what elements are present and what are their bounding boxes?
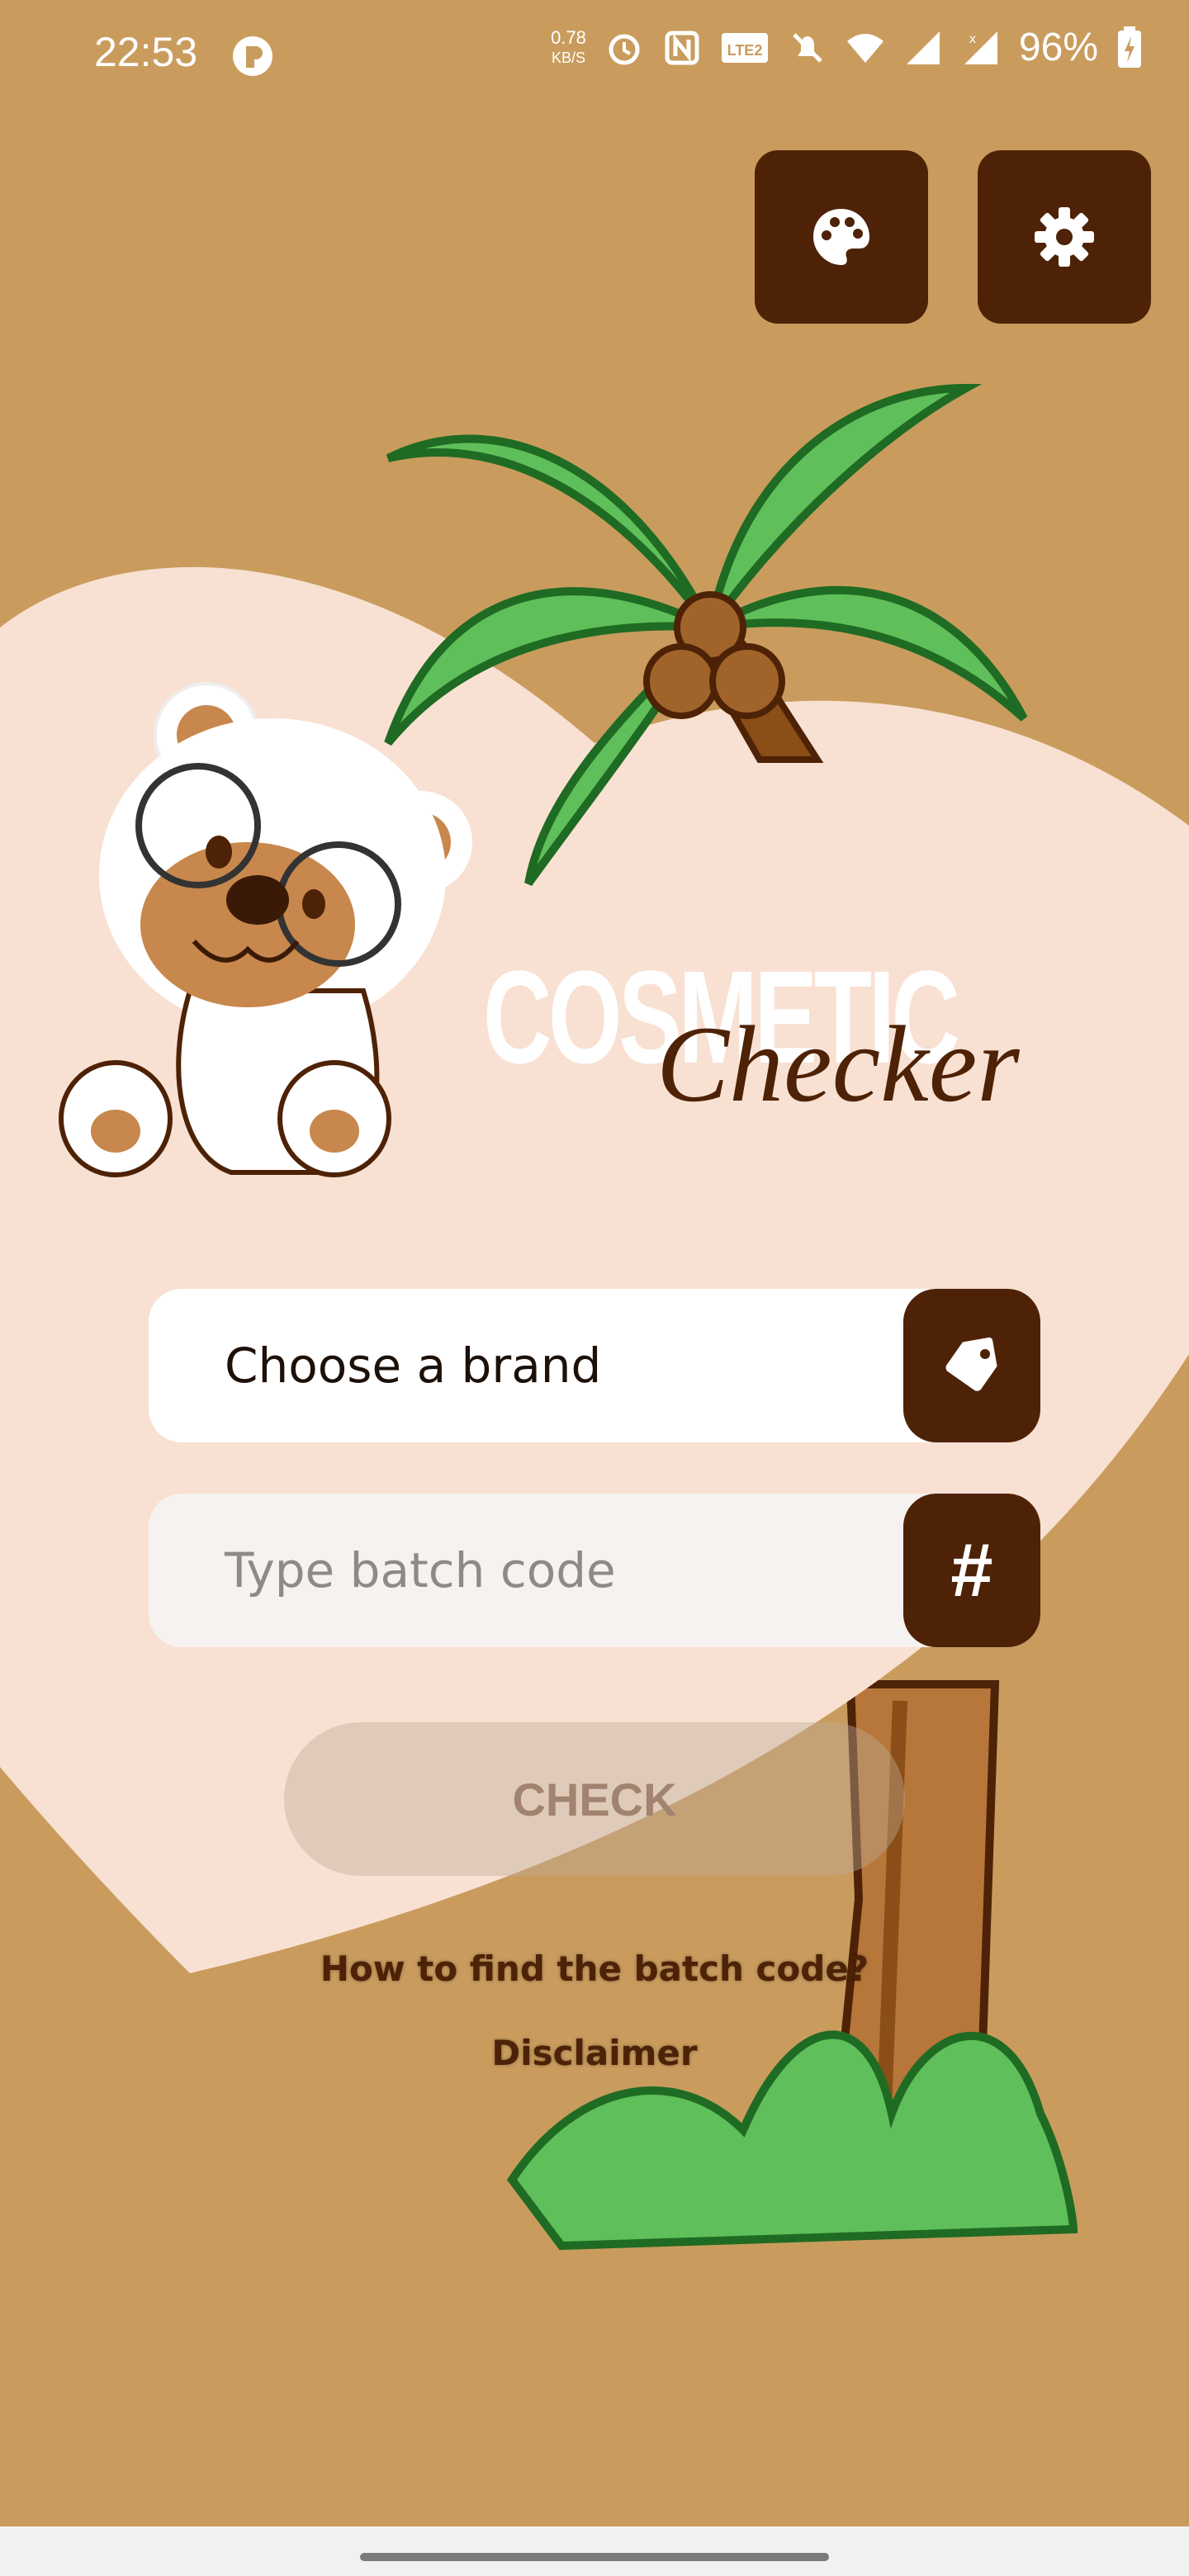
- check-button[interactable]: CHECK: [284, 1722, 905, 1876]
- silent-icon: [793, 32, 822, 63]
- navigation-bar: [0, 2526, 1189, 2576]
- nfc-icon: [665, 31, 699, 64]
- settings-gear-icon: [1035, 207, 1094, 267]
- gesture-handle[interactable]: [360, 2553, 829, 2561]
- background-illustration: [0, 383, 1189, 2251]
- palette-icon: [813, 209, 869, 265]
- brand-selector[interactable]: Choose a brand: [149, 1289, 1040, 1442]
- brand-selector-label: Choose a brand: [225, 1338, 602, 1394]
- volte-icon: LTE2: [721, 32, 768, 63]
- batch-code-input[interactable]: Type batch code #: [149, 1494, 1040, 1647]
- disclaimer-link[interactable]: Disclaimer: [0, 2033, 1189, 2073]
- batch-code-button[interactable]: #: [903, 1494, 1040, 1647]
- signal-icon: [906, 31, 940, 64]
- batch-code-help-link[interactable]: How to find the batch code?: [0, 1949, 1189, 1989]
- alarm-icon: [609, 34, 640, 64]
- svg-text:x: x: [969, 32, 976, 46]
- batch-code-placeholder: Type batch code: [225, 1542, 616, 1598]
- hash-icon: #: [950, 1527, 993, 1612]
- status-time: 22:53: [94, 29, 198, 75]
- logo-script: Checker: [656, 1003, 1020, 1125]
- signal-x-icon: x: [964, 31, 997, 64]
- brand-button[interactable]: [903, 1289, 1040, 1442]
- palette-button[interactable]: [755, 150, 928, 324]
- status-bar: 22:53 0.78 KB/S LTE2 x 96%: [0, 0, 1189, 112]
- net-speed-value: 0.78: [551, 26, 586, 48]
- net-speed: 0.78 KB/S: [551, 26, 586, 68]
- settings-button[interactable]: [978, 150, 1151, 324]
- wifi-icon: [846, 33, 883, 63]
- tag-icon: [945, 1337, 997, 1391]
- battery-percentage: 96%: [1018, 26, 1098, 69]
- svg-text:LTE2: LTE2: [727, 42, 763, 59]
- status-icons: 0.78 KB/S LTE2 x 96%: [551, 25, 1143, 70]
- battery-charging-icon: [1118, 26, 1141, 68]
- app-notification-icon: [233, 36, 272, 76]
- net-speed-unit: KB/S: [551, 49, 586, 66]
